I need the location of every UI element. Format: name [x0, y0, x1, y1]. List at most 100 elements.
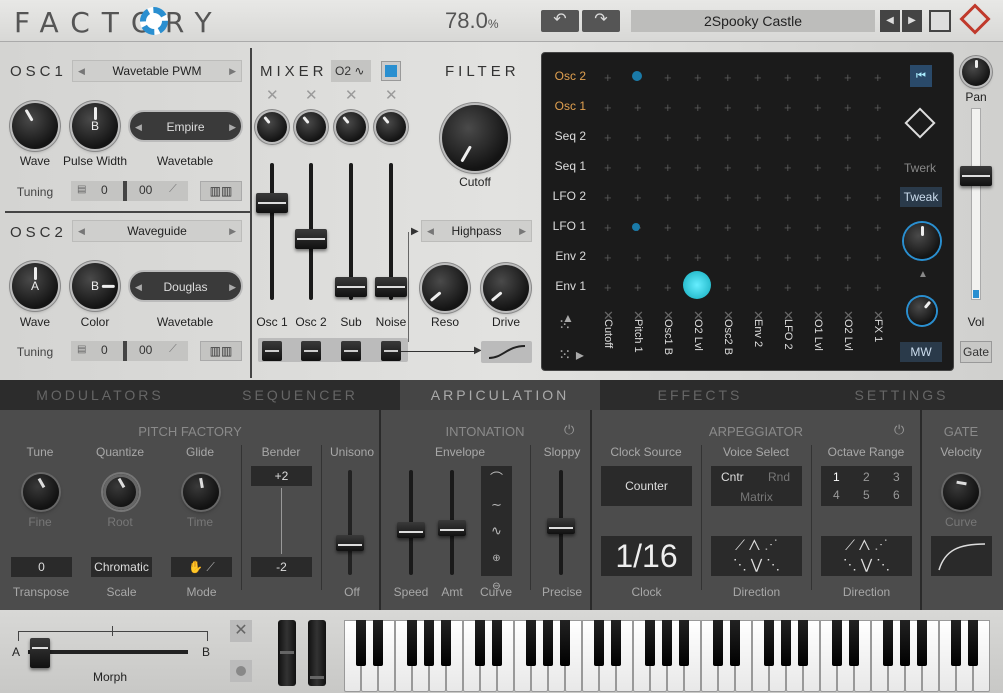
mixer-mute-icon[interactable]: ✕: [385, 86, 398, 104]
matrix-cell[interactable]: +: [814, 101, 822, 114]
black-key[interactable]: [491, 620, 502, 666]
matrix-cell[interactable]: +: [694, 161, 702, 174]
mixer-knob[interactable]: [376, 112, 406, 142]
matrix-cell[interactable]: +: [874, 251, 882, 264]
matrix-cell[interactable]: +: [874, 281, 882, 294]
matrix-cell[interactable]: +: [694, 131, 702, 144]
matrix-cell[interactable]: +: [724, 71, 732, 84]
matrix-cell[interactable]: +: [634, 131, 642, 144]
sloppy-slider-cap[interactable]: [547, 518, 575, 534]
black-key[interactable]: [678, 620, 689, 666]
mw-knob[interactable]: [908, 297, 936, 325]
matrix-cell[interactable]: +: [694, 101, 702, 114]
black-key[interactable]: [729, 620, 740, 666]
black-key[interactable]: [712, 620, 723, 666]
octave-option[interactable]: 4: [833, 488, 840, 502]
matrix-cell[interactable]: +: [604, 71, 612, 84]
osc1-wavetable-select[interactable]: ◀ Empire ▶: [128, 110, 243, 142]
matrix-cell[interactable]: +: [754, 161, 762, 174]
morph-record-icon[interactable]: [230, 660, 252, 682]
black-key[interactable]: [916, 620, 927, 666]
matrix-cell[interactable]: +: [664, 131, 672, 144]
octave-option[interactable]: 3: [893, 470, 900, 484]
drive-knob[interactable]: [483, 265, 529, 311]
matrix-col-clear-icon[interactable]: ✕: [873, 308, 884, 324]
save-icon[interactable]: [929, 10, 951, 32]
mixer-mute-icon[interactable]: ✕: [345, 86, 358, 104]
mw-button[interactable]: MW: [900, 342, 942, 362]
matrix-cell[interactable]: +: [874, 221, 882, 234]
matrix-col-clear-icon[interactable]: ✕: [603, 308, 614, 324]
clock-rate-display[interactable]: 1/16: [601, 536, 692, 576]
matrix-cell[interactable]: +: [784, 131, 792, 144]
matrix-col-clear-icon[interactable]: ✕: [693, 308, 704, 324]
curve-selector[interactable]: ⌒ ∼ ∿ ⊕ ⊖: [481, 466, 512, 592]
matrix-cell[interactable]: +: [664, 71, 672, 84]
osc1-tuning-field[interactable]: ▤ 0 00 ⟋: [71, 181, 188, 201]
black-key[interactable]: [763, 620, 774, 666]
pitch-wheel[interactable]: [278, 620, 296, 686]
undo-button[interactable]: ↶: [541, 10, 579, 32]
matrix-cell[interactable]: +: [754, 191, 762, 204]
black-key[interactable]: [780, 620, 791, 666]
matrix-cell[interactable]: +: [814, 161, 822, 174]
mod-matrix[interactable]: Osc 2 Osc 1 Seq 2 Seq 1 LFO 2 LFO 1 Env 2 Env 1…: [541, 52, 954, 371]
vol-slider-cap[interactable]: [960, 166, 992, 186]
matrix-cell[interactable]: +: [754, 281, 762, 294]
unisono-slider-track[interactable]: [348, 470, 352, 575]
matrix-cell[interactable]: +: [754, 221, 762, 234]
octave-range-select[interactable]: 1 2 3 4 5 6: [821, 466, 912, 506]
matrix-cell[interactable]: +: [844, 221, 852, 234]
mixer-fader-cap[interactable]: [295, 229, 327, 249]
matrix-cell[interactable]: +: [604, 251, 612, 264]
matrix-cell[interactable]: +: [874, 161, 882, 174]
black-key[interactable]: [610, 620, 621, 666]
black-key[interactable]: [525, 620, 536, 666]
arp-power-icon[interactable]: ⏻: [894, 422, 904, 438]
matrix-cell[interactable]: +: [604, 101, 612, 114]
mixer-toggle-button[interactable]: [381, 61, 401, 81]
matrix-cell[interactable]: +: [634, 161, 642, 174]
matrix-cell[interactable]: +: [664, 191, 672, 204]
matrix-cell[interactable]: +: [814, 281, 822, 294]
matrix-cell[interactable]: +: [844, 71, 852, 84]
matrix-cell[interactable]: +: [604, 281, 612, 294]
matrix-cell[interactable]: +: [724, 221, 732, 234]
mixer-knob[interactable]: [296, 112, 326, 142]
matrix-cell[interactable]: +: [784, 161, 792, 174]
velocity-knob[interactable]: [943, 474, 979, 510]
root-knob[interactable]: [103, 474, 139, 510]
preset-name[interactable]: 2Spooky Castle: [631, 10, 875, 32]
matrix-cell[interactable]: +: [724, 191, 732, 204]
matrix-cell[interactable]: +: [814, 191, 822, 204]
matrix-cell[interactable]: +: [814, 131, 822, 144]
matrix-col-clear-icon[interactable]: ✕: [753, 308, 764, 324]
matrix-grid2-icon[interactable]: ⁙ ▸: [558, 345, 584, 365]
osc1-type-select[interactable]: ◀ Wavetable PWM ▶: [72, 60, 242, 82]
black-key[interactable]: [882, 620, 893, 666]
matrix-cell[interactable]: +: [694, 71, 702, 84]
matrix-cell[interactable]: +: [634, 251, 642, 264]
osc1-wave-knob[interactable]: [12, 103, 58, 149]
matrix-cell[interactable]: +: [724, 101, 732, 114]
black-key[interactable]: [559, 620, 570, 666]
morph-track[interactable]: [28, 650, 188, 654]
matrix-cell[interactable]: +: [604, 131, 612, 144]
black-key[interactable]: [423, 620, 434, 666]
osc1-keyboard-icon[interactable]: ▥▥: [200, 181, 242, 201]
matrix-cell[interactable]: +: [754, 71, 762, 84]
matrix-dot[interactable]: [632, 71, 642, 81]
matrix-dot-large[interactable]: [683, 271, 711, 299]
zoom-readout[interactable]: 78.0%: [445, 8, 499, 34]
preset-prev-button[interactable]: ◀: [880, 10, 900, 32]
matrix-cell[interactable]: +: [844, 161, 852, 174]
matrix-cell[interactable]: +: [814, 71, 822, 84]
direction2-select[interactable]: ⟋ ⋀ ⋰ ⋱ ⋁ ⋱: [821, 536, 912, 576]
black-key[interactable]: [440, 620, 451, 666]
black-key[interactable]: [899, 620, 910, 666]
tab-sequencer[interactable]: SEQUENCER: [200, 380, 400, 410]
mixer-knob[interactable]: [257, 112, 287, 142]
osc2-tuning-field[interactable]: ▤ 0 00 ⟋: [71, 341, 188, 361]
unisono-slider-cap[interactable]: [336, 535, 364, 551]
matrix-cell[interactable]: +: [724, 131, 732, 144]
